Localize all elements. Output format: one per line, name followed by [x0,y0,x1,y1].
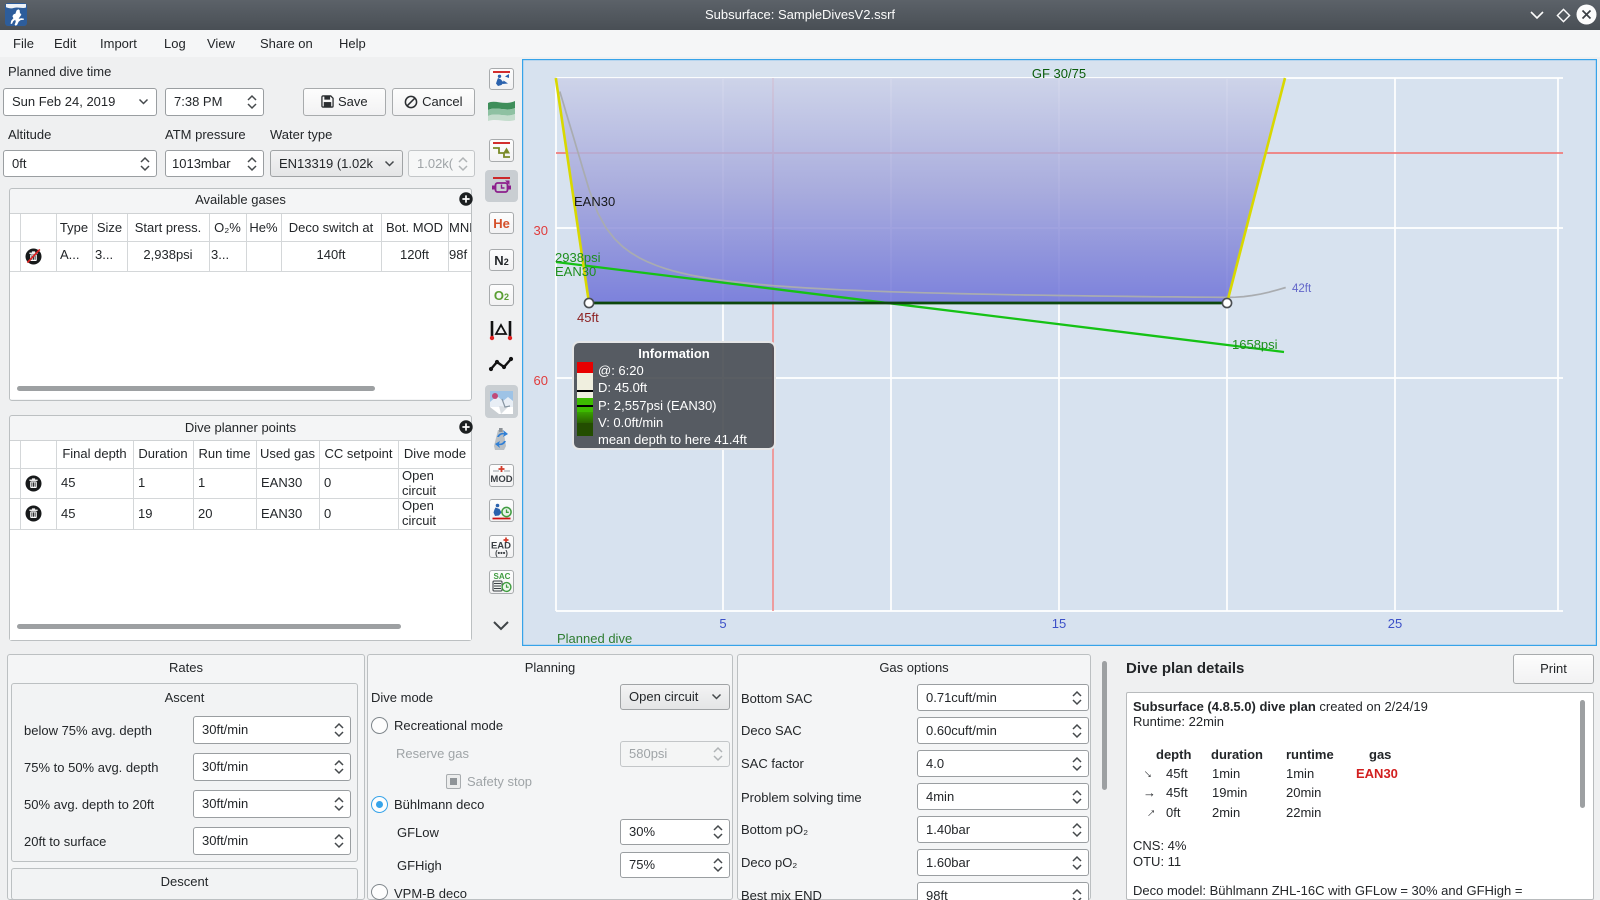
svg-text:EAN30: EAN30 [574,194,615,209]
svg-text:SAC: SAC [494,572,511,581]
svg-text:2938psi: 2938psi [555,250,601,265]
svg-text:1658psi: 1658psi [1232,337,1278,352]
svg-text:42ft: 42ft [1292,283,1312,295]
svg-text:Planned dive: Planned dive [557,631,632,646]
svg-text:60: 60 [534,373,548,388]
svg-text:15: 15 [1052,616,1066,631]
svg-text:5: 5 [719,616,726,631]
svg-text:45ft: 45ft [577,310,599,325]
svg-text:25: 25 [1388,616,1402,631]
svg-text:30: 30 [534,223,548,238]
svg-text:GF 30/75: GF 30/75 [1032,66,1086,81]
svg-text:(•••): (•••) [495,549,508,558]
svg-text:MOD: MOD [490,474,512,485]
svg-text:EAN30: EAN30 [555,264,596,279]
